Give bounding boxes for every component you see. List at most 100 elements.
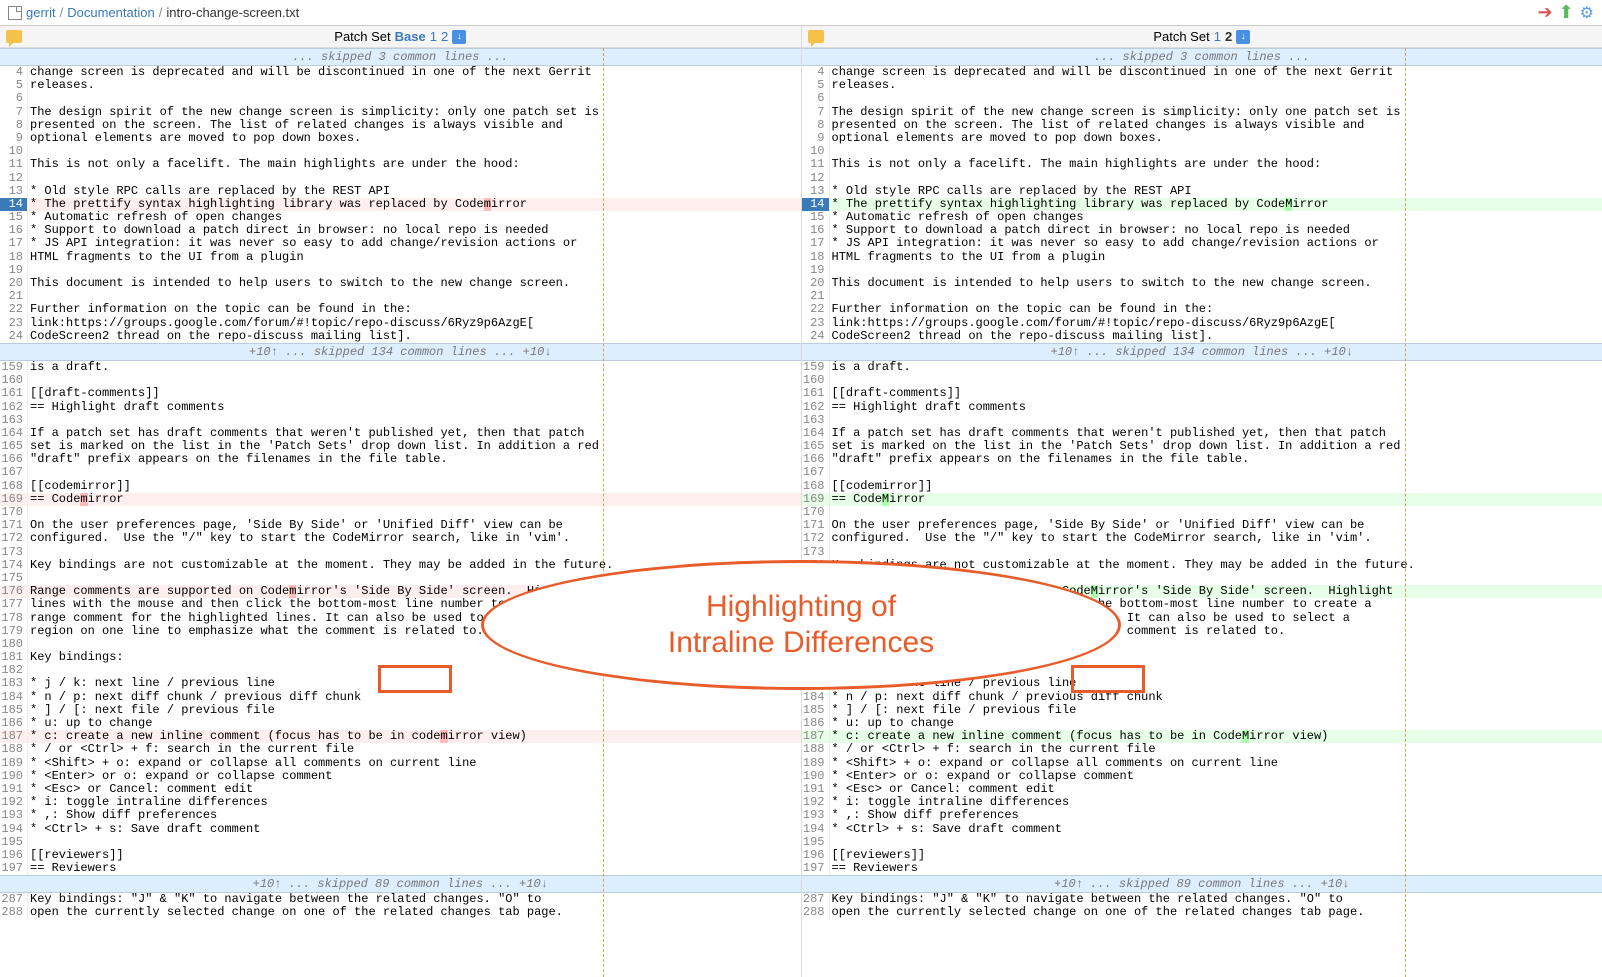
code-line[interactable]: 164If a patch set has draft comments tha… xyxy=(802,427,1602,440)
line-number[interactable]: 184 xyxy=(802,691,830,704)
comment-icon[interactable] xyxy=(808,30,824,43)
skip-line[interactable]: ... skipped 3 common lines ... xyxy=(0,48,801,66)
code-line[interactable]: 197== Reviewers xyxy=(0,862,801,875)
line-number[interactable]: 162 xyxy=(802,401,830,414)
code-line[interactable]: 170 xyxy=(802,506,1602,519)
line-number[interactable]: 195 xyxy=(802,836,830,849)
patchset-2[interactable]: 2 xyxy=(441,29,448,44)
line-number[interactable]: 183 xyxy=(802,677,830,690)
line-number[interactable]: 197 xyxy=(0,862,28,875)
left-code[interactable]: ... skipped 3 common lines ...4change sc… xyxy=(0,48,801,977)
code-line[interactable]: 175 xyxy=(802,572,1602,585)
line-number[interactable]: 23 xyxy=(802,317,830,330)
code-line[interactable]: 187* c: create a new inline comment (foc… xyxy=(0,730,801,743)
code-line[interactable]: 8presented on the screen. The list of re… xyxy=(802,119,1602,132)
code-line[interactable]: 163 xyxy=(0,414,801,427)
code-line[interactable]: 177lines with the mouse and then click t… xyxy=(0,598,801,611)
line-number[interactable]: 163 xyxy=(802,414,830,427)
next-file-icon[interactable]: ➔ xyxy=(1537,2,1552,23)
right-code[interactable]: ... skipped 3 common lines ...4change sc… xyxy=(802,48,1602,977)
line-number[interactable]: 173 xyxy=(802,546,830,559)
code-line[interactable]: 173 xyxy=(0,546,801,559)
line-number[interactable]: 172 xyxy=(0,532,28,545)
code-line[interactable]: 288open the currently selected change on… xyxy=(802,906,1602,919)
code-line[interactable]: 287Key bindings: "J" & "K" to navigate b… xyxy=(0,893,801,906)
line-number[interactable]: 167 xyxy=(0,466,28,479)
line-number[interactable]: 17 xyxy=(802,237,830,250)
code-line[interactable]: 181Key bindings: xyxy=(0,651,801,664)
line-number[interactable]: 23 xyxy=(0,317,28,330)
line-number[interactable]: 5 xyxy=(802,79,830,92)
code-line[interactable]: 13* Old style RPC calls are replaced by … xyxy=(802,185,1602,198)
line-number[interactable]: 194 xyxy=(0,823,28,836)
code-line[interactable]: 184* n / p: next diff chunk / previous d… xyxy=(802,691,1602,704)
code-line[interactable]: 181Key bindings: xyxy=(802,651,1602,664)
code-line[interactable]: 194* <Ctrl> + s: Save draft comment xyxy=(802,823,1602,836)
patchset-base[interactable]: Base xyxy=(395,29,426,44)
code-line[interactable]: 182 xyxy=(0,664,801,677)
code-line[interactable]: 16* Support to download a patch direct i… xyxy=(0,224,801,237)
code-line[interactable]: 174Key bindings are not customizable at … xyxy=(0,559,801,572)
code-line[interactable]: 197== Reviewers xyxy=(802,862,1602,875)
line-number[interactable]: 11 xyxy=(0,158,28,171)
line-number[interactable]: 163 xyxy=(0,414,28,427)
code-line[interactable]: 15* Automatic refresh of open changes xyxy=(802,211,1602,224)
code-line[interactable]: 187* c: create a new inline comment (foc… xyxy=(802,730,1602,743)
line-number[interactable]: 18 xyxy=(802,251,830,264)
code-line[interactable]: 21 xyxy=(802,290,1602,303)
code-line[interactable]: 182 xyxy=(802,664,1602,677)
line-number[interactable]: 183 xyxy=(0,677,28,690)
line-number[interactable]: 161 xyxy=(802,387,830,400)
code-line[interactable]: 24CodeScreen2 thread on the repo-discuss… xyxy=(802,330,1602,343)
code-line[interactable]: 5releases. xyxy=(0,79,801,92)
line-number[interactable]: 179 xyxy=(802,625,830,638)
code-line[interactable]: 23link:https://groups.google.com/forum/#… xyxy=(0,317,801,330)
line-number[interactable]: 288 xyxy=(802,906,830,919)
breadcrumb-folder[interactable]: Documentation xyxy=(67,5,154,20)
line-number[interactable]: 174 xyxy=(0,559,28,572)
line-number[interactable]: 17 xyxy=(0,237,28,250)
line-number[interactable]: 8 xyxy=(0,119,28,132)
code-line[interactable]: 193* ,: Show diff preferences xyxy=(0,809,801,822)
line-number[interactable]: 6 xyxy=(802,92,830,105)
code-line[interactable]: 196[[reviewers]] xyxy=(0,849,801,862)
code-line[interactable]: 6 xyxy=(0,92,801,105)
code-line[interactable]: 12 xyxy=(0,172,801,185)
code-line[interactable]: 172configured. Use the "/" key to start … xyxy=(0,532,801,545)
code-line[interactable]: 6 xyxy=(802,92,1602,105)
line-number[interactable]: 195 xyxy=(0,836,28,849)
line-number[interactable]: 189 xyxy=(0,757,28,770)
code-line[interactable]: 165set is marked on the list in the 'Pat… xyxy=(802,440,1602,453)
line-number[interactable]: 18 xyxy=(0,251,28,264)
code-line[interactable]: 189* <Shift> + o: expand or collapse all… xyxy=(802,757,1602,770)
code-line[interactable]: 188* / or <Ctrl> + f: search in the curr… xyxy=(0,743,801,756)
code-line[interactable]: 161[[draft-comments]] xyxy=(0,387,801,400)
code-line[interactable]: 19 xyxy=(0,264,801,277)
code-line[interactable]: 196[[reviewers]] xyxy=(802,849,1602,862)
code-line[interactable]: 159is a draft. xyxy=(802,361,1602,374)
code-line[interactable]: 192* i: toggle intraline differences xyxy=(802,796,1602,809)
code-line[interactable]: 184* n / p: next diff chunk / previous d… xyxy=(0,691,801,704)
line-number[interactable]: 178 xyxy=(0,612,28,625)
code-line[interactable]: 169== CodeMirror xyxy=(802,493,1602,506)
line-number[interactable]: 22 xyxy=(802,303,830,316)
code-line[interactable]: 191* <Esc> or Cancel: comment edit xyxy=(0,783,801,796)
line-number[interactable]: 167 xyxy=(802,466,830,479)
code-line[interactable]: 192* i: toggle intraline differences xyxy=(0,796,801,809)
code-line[interactable]: 183* j / k: next line / previous line xyxy=(802,677,1602,690)
code-line[interactable]: 4change screen is deprecated and will be… xyxy=(802,66,1602,79)
line-number[interactable]: 177 xyxy=(0,598,28,611)
line-number[interactable]: 162 xyxy=(0,401,28,414)
line-number[interactable]: 161 xyxy=(0,387,28,400)
code-line[interactable]: 193* ,: Show diff preferences xyxy=(802,809,1602,822)
code-line[interactable]: 10 xyxy=(802,145,1602,158)
code-line[interactable]: 194* <Ctrl> + s: Save draft comment xyxy=(0,823,801,836)
code-line[interactable]: 168[[codemirror]] xyxy=(802,480,1602,493)
code-line[interactable]: 190* <Enter> or o: expand or collapse co… xyxy=(802,770,1602,783)
code-line[interactable]: 195 xyxy=(802,836,1602,849)
line-number[interactable]: 173 xyxy=(0,546,28,559)
line-number[interactable]: 190 xyxy=(0,770,28,783)
code-line[interactable]: 23link:https://groups.google.com/forum/#… xyxy=(802,317,1602,330)
code-line[interactable]: 162== Highlight draft comments xyxy=(802,401,1602,414)
comment-icon[interactable] xyxy=(6,30,22,43)
